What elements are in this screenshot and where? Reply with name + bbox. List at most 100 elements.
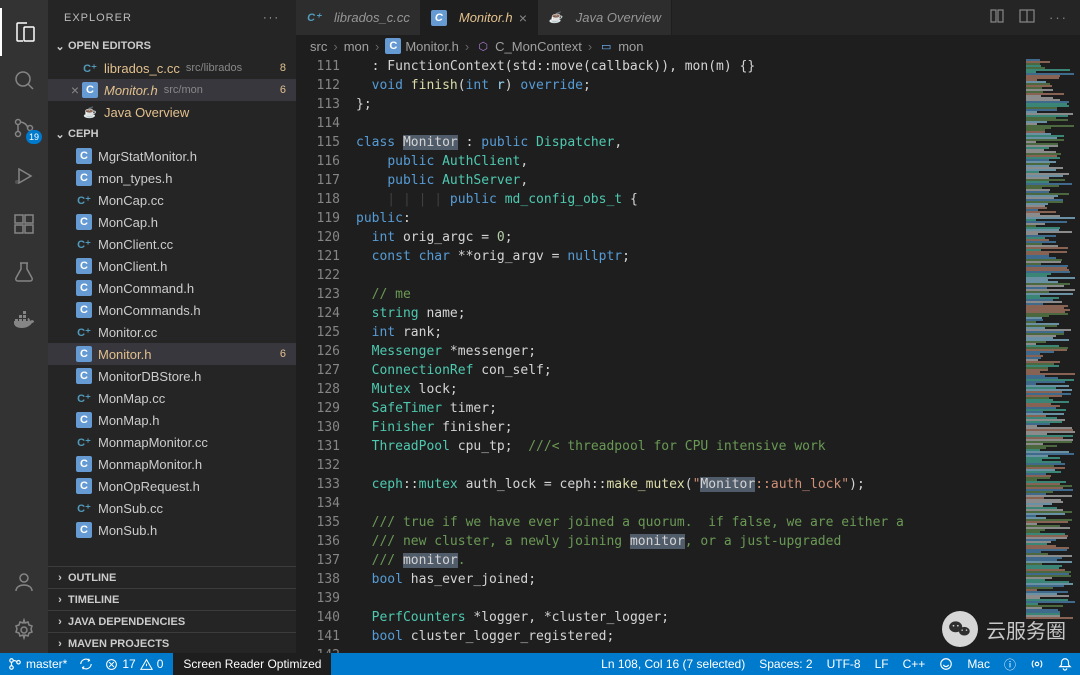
file-tree-item[interactable]: CMonClient.h [48,255,296,277]
breadcrumb-item[interactable]: C_MonContext [495,39,582,54]
section-header-collapsed[interactable]: ›OUTLINE [48,566,296,588]
tab-bar: C⁺librados_c.ccCMonitor.h×☕Java Overview… [296,0,1080,35]
chevron-right-icon: › [52,572,68,584]
activity-debug[interactable] [0,152,48,200]
chevron-right-icon: › [52,638,68,650]
file-tree-item[interactable]: CMonMap.h [48,409,296,431]
file-tree-item[interactable]: CMonCommands.h [48,299,296,321]
status-eol[interactable]: LF [875,657,889,671]
file-tree-item[interactable]: CMonCommand.h [48,277,296,299]
activity-settings[interactable] [0,606,48,654]
minimap[interactable] [1020,57,1080,654]
breadcrumb-item[interactable]: mon [344,39,369,54]
c-icon: C [76,522,92,538]
c-icon: C [76,412,92,428]
c-icon: C [76,456,92,472]
activity-bar: 19 [0,0,48,654]
close-icon[interactable]: × [519,10,527,26]
breadcrumbs[interactable]: src › mon › C Monitor.h › ⬡ C_MonContext… [296,35,1080,57]
file-tree-item[interactable]: CMonitorDBStore.h [48,365,296,387]
breadcrumb-item[interactable]: src [310,39,327,54]
status-screen-reader[interactable]: Screen Reader Optimized [173,653,331,675]
file-tree-item[interactable]: CMonOpRequest.h [48,475,296,497]
wechat-icon [942,611,978,647]
status-branch[interactable]: master* [8,657,67,671]
c-icon: C [76,258,92,274]
file-tree-item[interactable]: CMonitor.h6 [48,343,296,365]
file-tree-item[interactable]: C⁺MonCap.cc [48,189,296,211]
cpp-icon: C⁺ [76,390,92,406]
c-icon: C [76,148,92,164]
open-editor-item[interactable]: ☕Java Overview [48,101,296,123]
status-bar: master* 17 0 Screen Reader Optimized Ln … [0,653,1080,675]
file-tree-item[interactable]: C⁺MonClient.cc [48,233,296,255]
file-tree-item[interactable]: CMonCap.h [48,211,296,233]
open-editor-item[interactable]: ×CMonitor.hsrc/mon6 [48,79,296,101]
activity-explorer[interactable] [0,8,48,56]
file-tree-item[interactable]: Cmon_types.h [48,167,296,189]
chevron-right-icon: › [52,594,68,606]
editor-tab[interactable]: CMonitor.h× [421,0,538,35]
code-editor[interactable]: 1111121131141151161171181191201211221231… [296,57,1080,654]
compare-icon[interactable] [989,8,1005,27]
file-tree-item[interactable]: C⁺MonSub.cc [48,497,296,519]
code-content[interactable]: : FunctionContext(std::move(callback)), … [356,57,1020,654]
status-lang[interactable]: C++ [903,657,926,671]
activity-account[interactable] [0,558,48,606]
sidebar-title: EXPLORER ··· [48,0,296,35]
activity-scm[interactable]: 19 [0,104,48,152]
file-tree-item[interactable]: C⁺MonmapMonitor.cc [48,431,296,453]
breadcrumb-item[interactable]: Monitor.h [405,39,458,54]
open-editor-item[interactable]: C⁺librados_c.ccsrc/librados8 [48,57,296,79]
section-header-collapsed[interactable]: ›JAVA DEPENDENCIES [48,610,296,632]
status-info-icon[interactable]: ⓘ [1004,656,1016,673]
c-icon: C [76,280,92,296]
activity-search[interactable] [0,56,48,104]
cpp-icon: C⁺ [76,324,92,340]
watermark: 云服务圈 [942,611,1066,647]
c-icon: C [385,38,401,54]
file-tree-item[interactable]: CMonmapMonitor.h [48,453,296,475]
status-os[interactable]: Mac [967,657,990,671]
file-tree-item[interactable]: C⁺MonMap.cc [48,387,296,409]
scm-badge: 19 [26,130,42,144]
activity-test[interactable] [0,248,48,296]
activity-docker[interactable] [0,296,48,344]
editor-area: C⁺librados_c.ccCMonitor.h×☕Java Overview… [296,0,1080,654]
chevron-right-icon: › [52,616,68,628]
java-icon: ☕ [548,10,564,26]
line-gutter: 1111121131141151161171181191201211221231… [296,57,356,654]
section-header-collapsed[interactable]: ›MAVEN PROJECTS [48,632,296,654]
status-problems[interactable]: 17 0 [105,657,163,671]
split-icon[interactable] [1019,8,1035,27]
file-tree-item[interactable]: CMgrStatMonitor.h [48,145,296,167]
status-broadcast-icon[interactable] [1030,657,1044,671]
struct-icon: ⬡ [475,38,491,54]
c-icon: C [76,368,92,384]
cpp-icon: C⁺ [306,10,322,26]
status-sync[interactable] [79,657,93,671]
chevron-down-icon: ⌄ [52,40,68,53]
editor-tab[interactable]: ☕Java Overview [538,0,672,35]
more-icon[interactable]: ··· [1049,10,1068,25]
more-icon[interactable]: ··· [263,12,280,24]
field-icon: ▭ [598,38,614,54]
editor-tab[interactable]: C⁺librados_c.cc [296,0,421,35]
activity-extensions[interactable] [0,200,48,248]
open-editors-header[interactable]: ⌄ OPEN EDITORS [48,35,296,57]
status-bell-icon[interactable] [1058,657,1072,671]
breadcrumb-item[interactable]: mon [618,39,643,54]
status-spaces[interactable]: Spaces: 2 [759,657,812,671]
file-tree-item[interactable]: CMonSub.h [48,519,296,541]
status-cursor[interactable]: Ln 108, Col 16 (7 selected) [601,657,745,671]
cpp-icon: C⁺ [76,236,92,252]
cpp-icon: C⁺ [76,500,92,516]
file-tree-item[interactable]: C⁺Monitor.cc [48,321,296,343]
c-icon: C [76,170,92,186]
c-icon: C [431,10,447,26]
status-encoding[interactable]: UTF-8 [827,657,861,671]
folder-header[interactable]: ⌄ CEPH [48,123,296,145]
close-icon[interactable]: × [68,82,82,98]
status-feedback-icon[interactable] [939,657,953,671]
section-header-collapsed[interactable]: ›TIMELINE [48,588,296,610]
